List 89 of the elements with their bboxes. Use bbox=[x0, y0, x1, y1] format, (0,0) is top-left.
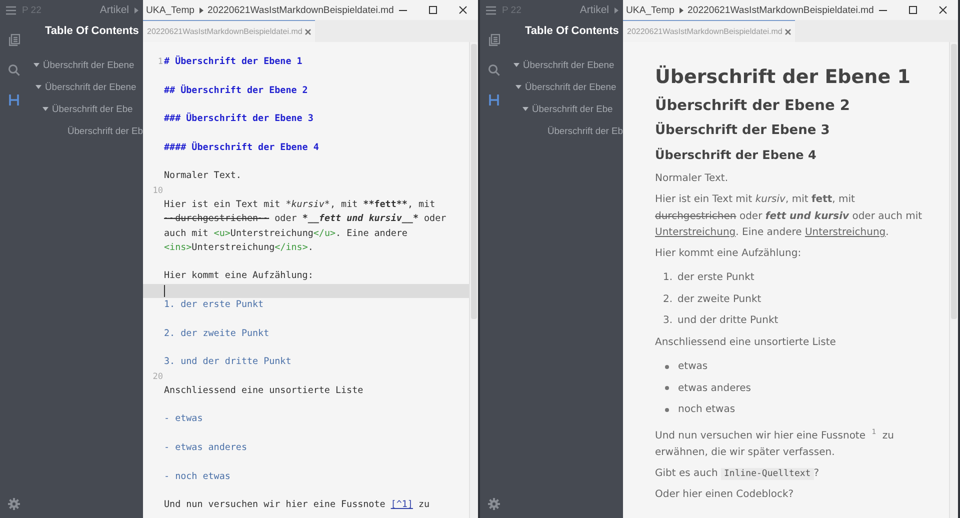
list-number: 3. bbox=[663, 314, 673, 326]
settings-icon[interactable] bbox=[8, 498, 20, 510]
bullet-icon bbox=[665, 408, 669, 412]
chevron-right-icon bbox=[134, 6, 139, 14]
panel-title: Table Of Contents bbox=[44, 24, 140, 39]
toc-item[interactable]: Überschrift der Ebene bbox=[523, 58, 614, 70]
search-icon[interactable] bbox=[488, 64, 500, 76]
breadcrumb-item[interactable]: UKA_Temp bbox=[146, 4, 195, 16]
code-line: Hier ist ein Text mit *kursiv*, mit **fett**, mit ~~durchgestrichen~~ oder *__fett und kursiv__* oder auch mit <u>Unterstreichung</u>. Eine andere <ins>Unterstreichung</ins>. bbox=[164, 198, 446, 255]
toc-item[interactable]: Überschrift der Ebe bbox=[532, 102, 613, 114]
breadcrumb-item[interactable]: 20220621WasIstMarkdownBeispieldatei.md bbox=[688, 4, 874, 16]
list-item: etwas bbox=[678, 361, 708, 372]
heading: Überschrift der Ebene 4 bbox=[655, 148, 818, 162]
bullet-icon bbox=[665, 364, 669, 369]
code-line: - etwas anderes bbox=[164, 441, 247, 456]
document-icon[interactable] bbox=[488, 34, 500, 46]
chevron-right-icon bbox=[198, 6, 204, 14]
heading: Überschrift der Ebene 3 bbox=[655, 123, 831, 138]
caret-icon[interactable] bbox=[42, 104, 49, 112]
caret-icon[interactable] bbox=[522, 104, 529, 112]
code-line: ## Überschrift der Ebene 2 bbox=[164, 84, 308, 98]
code-line: 2. der zweite Punkt bbox=[164, 326, 270, 341]
caret-icon[interactable] bbox=[35, 82, 42, 90]
code-line: - noch etwas bbox=[164, 470, 230, 484]
paragraph: Normaler Text. bbox=[655, 172, 730, 186]
code-line: - etwas bbox=[164, 412, 203, 426]
heading: Überschrift der Ebene 1 bbox=[655, 66, 912, 88]
paragraph: Anschliessend eine unsortierte Liste bbox=[655, 336, 837, 350]
file-tab[interactable]: 20220621WasIstMarkdownBeispieldatei.md bbox=[143, 20, 316, 42]
paragraph: Gibt es auch Inline-Quelltext ? bbox=[655, 467, 820, 482]
code-line: 3. und der dritte Punkt bbox=[164, 355, 292, 370]
paragraph: Oder hier einen Codeblock? bbox=[655, 488, 795, 502]
caret-icon[interactable] bbox=[33, 60, 40, 68]
toc-item[interactable]: Überschrift der Ebene bbox=[45, 80, 136, 92]
line-number: 10 bbox=[152, 186, 163, 196]
scrollbar-thumb[interactable] bbox=[951, 44, 957, 319]
code-line: Normaler Text. bbox=[164, 169, 242, 184]
list-number: 1. bbox=[663, 272, 673, 284]
caret-icon[interactable] bbox=[513, 60, 520, 68]
chevron-right-icon bbox=[614, 6, 619, 14]
footnote-marker[interactable]: 1 bbox=[868, 428, 880, 436]
heading-icon[interactable] bbox=[9, 94, 19, 106]
list-item: etwas anderes bbox=[678, 382, 751, 394]
heading: Überschrift der Ebene 2 bbox=[655, 98, 851, 114]
toc-item[interactable]: Überschrift der Ebene bbox=[525, 80, 616, 92]
maximize-icon[interactable] bbox=[428, 5, 438, 15]
list-item: und der dritte Punkt bbox=[678, 314, 778, 326]
list-item: der zweite Punkt bbox=[678, 294, 762, 305]
caret-icon[interactable] bbox=[515, 82, 522, 90]
code-line: Und nun versuchen wir hier eine Fussnote [^1] zu bbox=[164, 498, 430, 512]
panel-title: Table Of Contents bbox=[524, 24, 620, 39]
line-number: 1 bbox=[158, 57, 163, 67]
heading-icon[interactable] bbox=[489, 94, 499, 106]
code-line: Hier kommt eine Aufzählung: bbox=[164, 269, 314, 284]
code-line: Anschliessend eine unsortierte Liste bbox=[164, 384, 364, 398]
breadcrumb-item[interactable]: Artikel bbox=[580, 4, 609, 16]
list-item: der erste Punkt bbox=[678, 272, 754, 284]
line-number: 20 bbox=[152, 372, 163, 382]
breadcrumb-item[interactable]: Artikel bbox=[100, 4, 129, 16]
breadcrumb-item[interactable]: UKA_Temp bbox=[626, 4, 675, 16]
text-cursor bbox=[164, 284, 165, 297]
paragraph: Und nun versuchen wir hier eine Fussnote $^{1}$ zu erwähnen, die wir später verfassen. bbox=[655, 427, 895, 460]
toc-item[interactable]: Überschrift der Eb bbox=[547, 124, 623, 136]
paragraph: Hier ist ein Text mit kursiv, mit fett, mit durchgestrichen oder fett und kursiv oder auch mit Unterstreichung. Eine andere Unterstreichung. bbox=[655, 193, 924, 240]
code-line: #### Überschrift der Ebene 4 bbox=[164, 140, 319, 155]
close-icon[interactable] bbox=[938, 5, 948, 15]
file-tab[interactable]: 20220621WasIstMarkdownBeispieldatei.md bbox=[623, 20, 796, 42]
search-icon[interactable] bbox=[8, 64, 20, 76]
maximize-icon[interactable] bbox=[908, 5, 918, 15]
code-line: ### Überschrift der Ebene 3 bbox=[164, 112, 314, 126]
code-line: 1. der erste Punkt bbox=[164, 298, 264, 312]
settings-icon[interactable] bbox=[488, 498, 500, 510]
code-line: # Überschrift der Ebene 1 bbox=[164, 55, 302, 69]
menu-icon[interactable] bbox=[486, 6, 496, 14]
menu-icon[interactable] bbox=[6, 6, 16, 14]
list-item: noch etwas bbox=[678, 404, 736, 416]
scrollbar-thumb[interactable] bbox=[471, 44, 477, 319]
toc-item[interactable]: Überschrift der Ebe bbox=[52, 102, 133, 114]
inline-code: Inline-Quelltext bbox=[721, 468, 814, 480]
paragraph: Hier kommt eine Aufzählung: bbox=[655, 247, 802, 261]
toc-item[interactable]: Überschrift der Ebene bbox=[43, 58, 134, 70]
chevron-right-icon bbox=[678, 6, 684, 14]
breadcrumb-item[interactable]: 20220621WasIstMarkdownBeispieldatei.md bbox=[208, 4, 394, 16]
close-icon[interactable] bbox=[458, 5, 468, 15]
bullet-icon bbox=[665, 386, 669, 390]
list-number: 2. bbox=[663, 294, 673, 305]
toc-item[interactable]: Überschrift der Eb bbox=[67, 124, 143, 136]
footnote-link[interactable]: [^1] bbox=[390, 499, 413, 510]
document-icon[interactable] bbox=[8, 34, 20, 46]
